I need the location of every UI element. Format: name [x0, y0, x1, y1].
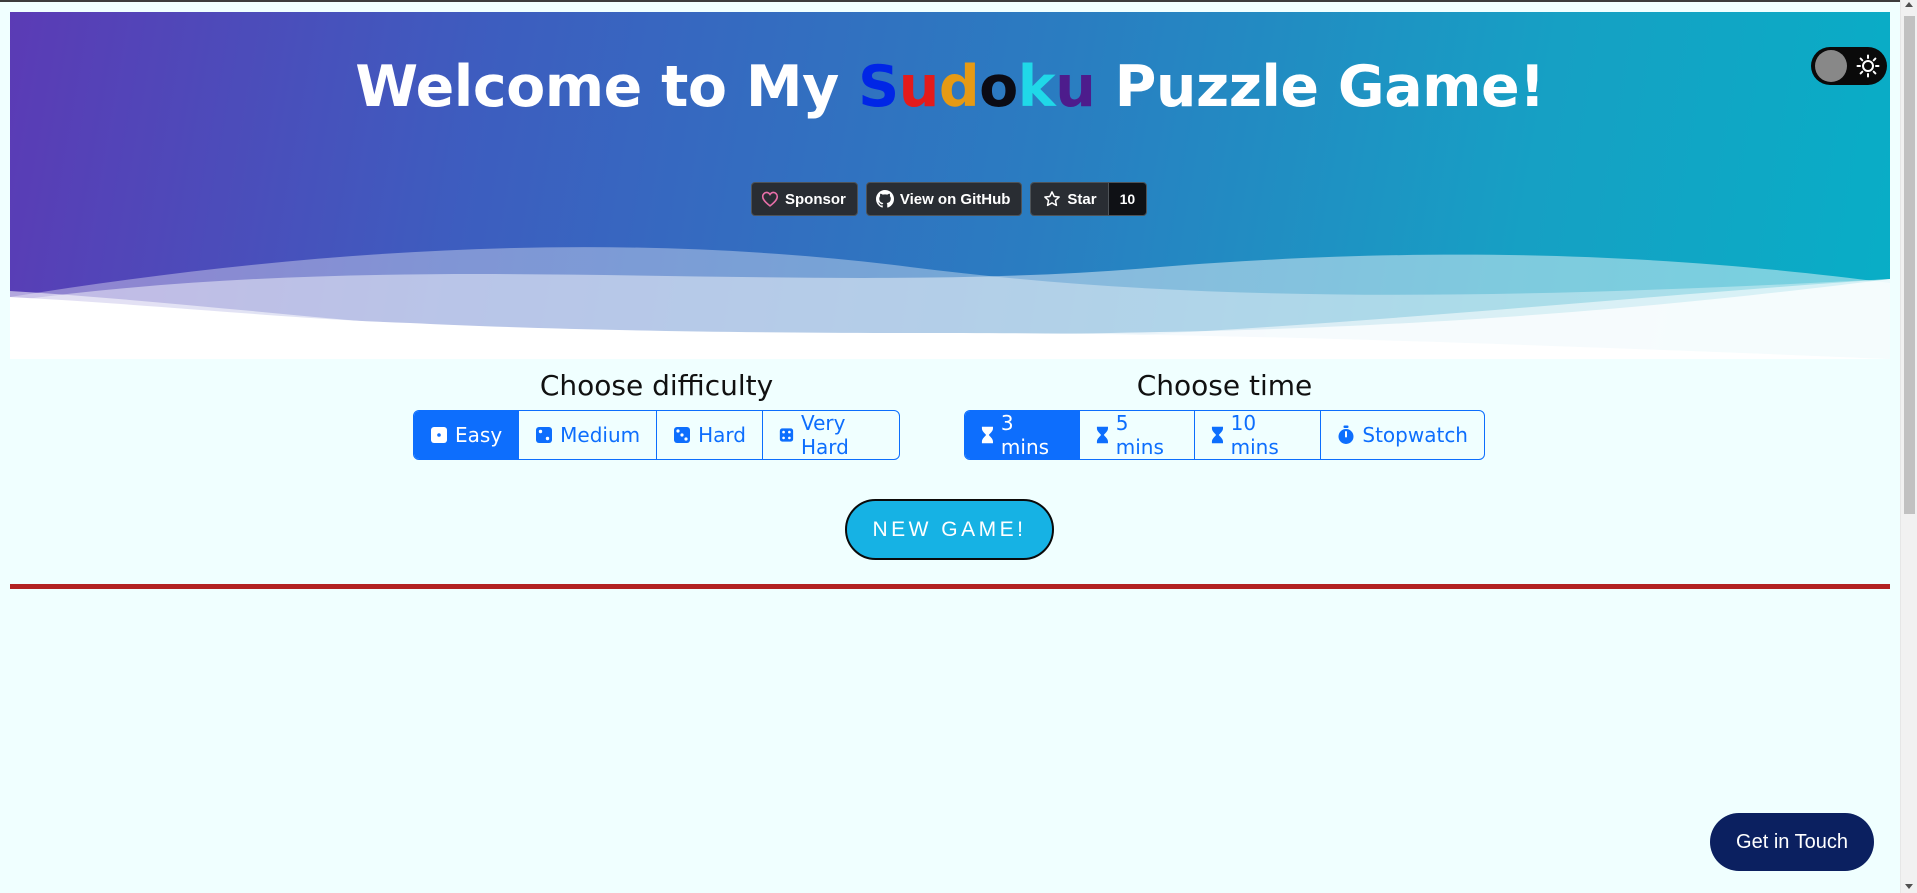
time-3-mins-button[interactable]: 3 mins — [965, 411, 1080, 459]
section-divider — [10, 584, 1890, 589]
browser-top-edge — [0, 0, 1917, 12]
title-letter-2: u — [898, 54, 940, 120]
hero-banner: Welcome to My Sudoku Puzzle Game! Sponso… — [10, 12, 1890, 359]
time-3-mins-label: 3 mins — [1000, 411, 1050, 459]
difficulty-hard-button[interactable]: Hard — [657, 411, 764, 459]
time-stopwatch-label: Stopwatch — [1362, 423, 1468, 447]
star-label: Star — [1067, 190, 1097, 208]
github-badges: Sponsor View on GitHub Star 10 — [751, 182, 1148, 216]
time-stopwatch-button[interactable]: Stopwatch — [1321, 411, 1484, 459]
get-in-touch-button[interactable]: Get in Touch — [1710, 813, 1874, 871]
sponsor-label: Sponsor — [785, 190, 846, 208]
time-label: Choose time — [1136, 369, 1313, 402]
scroll-up-arrow-icon[interactable] — [1905, 2, 1913, 7]
sponsor-button[interactable]: Sponsor — [751, 182, 858, 216]
page-scrollbar[interactable] — [1900, 0, 1917, 893]
title-before: Welcome to My — [355, 54, 859, 120]
new-game-button[interactable]: NEW GAME! — [845, 499, 1054, 560]
difficulty-medium-label: Medium — [560, 423, 641, 447]
scroll-down-arrow-icon[interactable] — [1905, 884, 1913, 889]
github-label: View on GitHub — [899, 190, 1011, 208]
difficulty-group: Easy Medium Hard Very Hard — [413, 410, 900, 460]
sun-icon — [1856, 54, 1880, 78]
hourglass-icon — [1096, 426, 1108, 444]
hourglass-icon — [1211, 426, 1223, 444]
toggle-knob — [1815, 50, 1847, 82]
time-5-mins-button[interactable]: 5 mins — [1080, 411, 1195, 459]
dice-4-icon — [779, 428, 794, 442]
difficulty-easy-button[interactable]: Easy — [414, 411, 520, 459]
title-letter-3: d — [938, 54, 980, 120]
difficulty-label: Choose difficulty — [539, 369, 774, 402]
page-title: Welcome to My Sudoku Puzzle Game! — [10, 54, 1890, 120]
time-10-mins-label: 10 mins — [1230, 411, 1279, 459]
dice-3-icon — [674, 427, 691, 443]
star-badge: Star 10 — [1030, 182, 1148, 216]
difficulty-easy-label: Easy — [455, 423, 503, 447]
github-icon — [875, 190, 894, 208]
time-10-mins-button[interactable]: 10 mins — [1195, 411, 1322, 459]
difficulty-medium-button[interactable]: Medium — [519, 411, 658, 459]
scrollbar-thumb[interactable] — [1904, 16, 1915, 514]
heart-icon — [761, 191, 779, 207]
title-letter-4: o — [979, 54, 1018, 120]
title-after: Puzzle Game! — [1095, 54, 1546, 120]
difficulty-very-hard-button[interactable]: Very Hard — [763, 411, 899, 459]
title-letter-1: S — [858, 54, 899, 120]
star-button[interactable]: Star — [1031, 183, 1109, 215]
hourglass-icon — [981, 426, 993, 444]
wave-decoration — [10, 247, 1890, 359]
difficulty-hard-label: Hard — [698, 423, 747, 447]
title-letter-6: u — [1055, 54, 1096, 120]
star-icon — [1044, 191, 1061, 207]
view-on-github-button[interactable]: View on GitHub — [865, 182, 1023, 216]
title-letter-5: k — [1017, 54, 1056, 120]
theme-toggle[interactable] — [1811, 47, 1887, 85]
star-count[interactable]: 10 — [1108, 183, 1147, 215]
time-5-mins-label: 5 mins — [1115, 411, 1164, 459]
difficulty-very-hard-label: Very Hard — [800, 411, 849, 459]
stopwatch-icon — [1338, 425, 1354, 444]
dice-1-icon — [431, 427, 447, 443]
dice-2-icon — [536, 427, 553, 443]
time-group: 3 mins 5 mins 10 mins Stopwatch — [964, 410, 1485, 460]
